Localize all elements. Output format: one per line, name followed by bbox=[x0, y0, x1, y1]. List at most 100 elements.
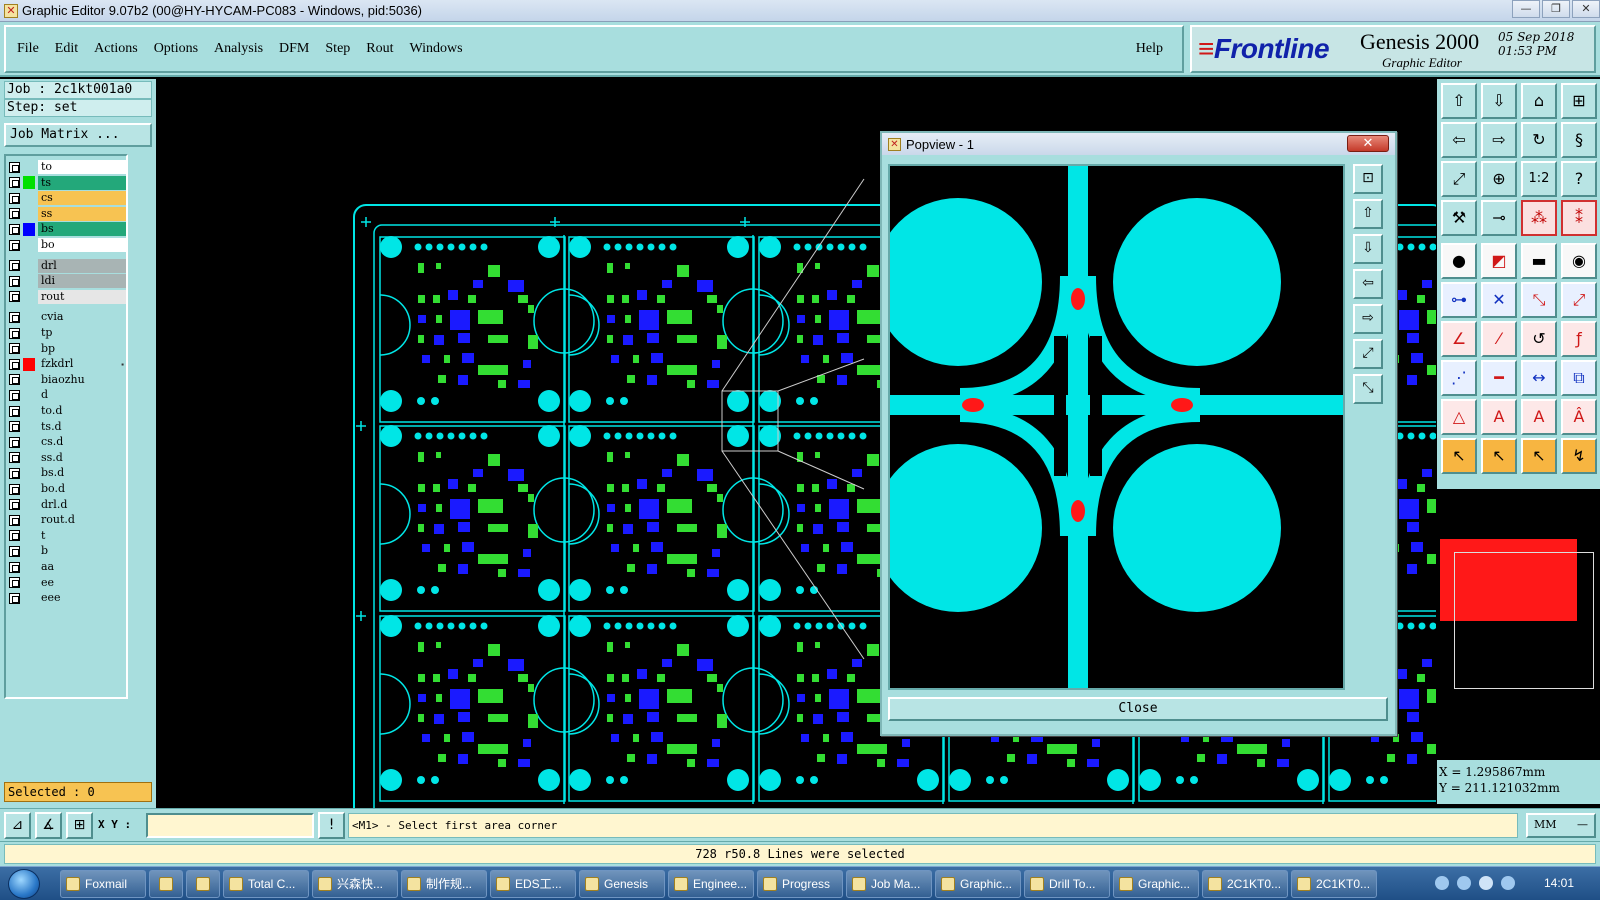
add-line-icon[interactable]: ◩ bbox=[1481, 243, 1517, 279]
layer-checkbox[interactable] bbox=[9, 499, 20, 511]
layer-row-eee[interactable]: eee bbox=[9, 591, 126, 606]
zoom-fit-icon[interactable]: ⤢ bbox=[1441, 161, 1477, 197]
layer-checkbox[interactable] bbox=[9, 260, 20, 272]
menu-windows[interactable]: Windows bbox=[410, 41, 463, 57]
popview-close-button[interactable]: Close bbox=[888, 697, 1388, 721]
scale-1to2-icon[interactable]: 1:2 bbox=[1521, 161, 1557, 197]
layer-compare-icon[interactable]: ⁂ bbox=[1521, 200, 1557, 236]
add-pad-icon[interactable]: ● bbox=[1441, 243, 1477, 279]
layer-row-bo[interactable]: bo bbox=[9, 238, 126, 252]
layer-checkbox[interactable] bbox=[9, 327, 20, 339]
text-a-box-icon[interactable]: A bbox=[1521, 399, 1557, 435]
redraw-icon[interactable]: ↻ bbox=[1521, 122, 1557, 158]
layer-checkbox[interactable] bbox=[9, 192, 20, 204]
snap-icon[interactable]: § bbox=[1561, 122, 1597, 158]
offset-pad-icon[interactable]: ⋰ bbox=[1441, 360, 1477, 396]
layer-checkbox[interactable] bbox=[9, 421, 20, 433]
layer-align-icon[interactable]: ⁑ bbox=[1561, 200, 1597, 236]
layer-row-bs-d[interactable]: bs.d bbox=[9, 466, 126, 481]
layer-checkbox[interactable] bbox=[9, 436, 20, 448]
snap-angle-icon[interactable]: ∡ bbox=[35, 812, 62, 839]
layer-row-rout[interactable]: rout bbox=[9, 289, 126, 304]
arc-tool-icon[interactable]: ↺ bbox=[1521, 321, 1557, 357]
popview-close-x-button[interactable]: ✕ bbox=[1347, 135, 1389, 152]
layer-checkbox[interactable] bbox=[9, 358, 20, 370]
select-poly-icon[interactable]: ↖ bbox=[1521, 438, 1557, 474]
taskbar-item[interactable] bbox=[186, 870, 220, 898]
layer-checkbox[interactable] bbox=[9, 545, 20, 557]
menu-options[interactable]: Options bbox=[154, 41, 198, 57]
layer-row-bs[interactable]: bs bbox=[9, 222, 126, 237]
layer-row-biaozhu[interactable]: biaozhu bbox=[9, 372, 126, 387]
grid-icon[interactable]: ⊞ bbox=[66, 812, 93, 839]
overview-view-frame[interactable] bbox=[1454, 552, 1594, 689]
popview-zoom-fit-icon[interactable]: ⊡ bbox=[1353, 164, 1383, 194]
delete-node-icon[interactable]: ✕ bbox=[1481, 282, 1517, 318]
minimize-button[interactable]: — bbox=[1512, 0, 1540, 18]
move-node-icon[interactable]: ⤡ bbox=[1521, 282, 1557, 318]
network-icon[interactable] bbox=[1501, 876, 1515, 890]
taskbar-item[interactable]: Foxmail bbox=[60, 870, 146, 898]
layer-row-rout-d[interactable]: rout.d bbox=[9, 513, 126, 528]
help-tray-icon[interactable] bbox=[1435, 876, 1449, 890]
layer-row-bo-d[interactable]: bo.d bbox=[9, 482, 126, 496]
ruler-icon[interactable]: ▬ bbox=[1521, 243, 1557, 279]
action-center-icon[interactable] bbox=[1457, 876, 1471, 890]
layer-checkbox[interactable] bbox=[9, 161, 20, 173]
zoom-area-icon[interactable]: ⊕ bbox=[1481, 161, 1517, 197]
pan-up-icon[interactable]: ⇧ bbox=[1441, 83, 1477, 119]
fillet-tool-icon[interactable]: ƒ bbox=[1561, 321, 1597, 357]
home-icon[interactable]: ⌂ bbox=[1521, 83, 1557, 119]
taskbar-item[interactable]: EDS工... bbox=[490, 870, 576, 898]
horizontal-line-icon[interactable]: ━ bbox=[1481, 360, 1517, 396]
layer-checkbox[interactable] bbox=[9, 208, 20, 220]
taskbar-item[interactable]: Graphic... bbox=[935, 870, 1021, 898]
layer-row-ts[interactable]: ts bbox=[9, 175, 126, 190]
taskbar-item[interactable]: Enginee... bbox=[668, 870, 754, 898]
taskbar-item[interactable]: Total C... bbox=[223, 870, 309, 898]
layer-row-cs-d[interactable]: cs.d bbox=[9, 435, 126, 450]
job-matrix-button[interactable]: Job Matrix ... bbox=[4, 123, 152, 147]
taskbar-item[interactable]: 2C1KT0... bbox=[1291, 870, 1377, 898]
menu-step[interactable]: Step bbox=[325, 41, 350, 57]
layer-checkbox[interactable] bbox=[9, 452, 20, 464]
pin-tool-icon[interactable]: ⊸ bbox=[1481, 200, 1517, 236]
layer-row-cs[interactable]: cs bbox=[9, 191, 126, 206]
layer-checkbox[interactable] bbox=[9, 514, 20, 526]
layer-checkbox[interactable] bbox=[9, 530, 20, 542]
angle-line-icon[interactable]: ∠ bbox=[1441, 321, 1477, 357]
layer-row-aa[interactable]: aa bbox=[9, 560, 126, 574]
layer-checkbox[interactable] bbox=[9, 343, 20, 355]
popview-viewport[interactable] bbox=[888, 164, 1345, 690]
menu-file[interactable]: File bbox=[17, 41, 39, 57]
restore-button[interactable]: ❐ bbox=[1542, 0, 1570, 18]
snap-grid-icon[interactable]: ⊿ bbox=[4, 812, 31, 839]
layer-row-bp[interactable]: bp bbox=[9, 341, 126, 356]
menu-analysis[interactable]: Analysis bbox=[214, 41, 263, 57]
layer-checkbox[interactable] bbox=[9, 405, 20, 417]
layer-row-tp[interactable]: tp bbox=[9, 326, 126, 340]
layer-checkbox[interactable] bbox=[9, 561, 20, 573]
menu-dfm[interactable]: DFM bbox=[279, 41, 309, 57]
alert-icon[interactable]: ! bbox=[318, 812, 345, 839]
pan-left-icon[interactable]: ⇦ bbox=[1441, 122, 1477, 158]
pan-right-icon[interactable]: ⇨ bbox=[1481, 122, 1517, 158]
layer-checkbox[interactable] bbox=[9, 291, 20, 303]
menu-help[interactable]: Help bbox=[1136, 41, 1163, 57]
slash-line-icon[interactable]: ⁄ bbox=[1481, 321, 1517, 357]
taskbar-item[interactable]: Graphic... bbox=[1113, 870, 1199, 898]
taskbar-item[interactable]: 兴森快... bbox=[312, 870, 398, 898]
layer-checkbox[interactable] bbox=[9, 483, 20, 495]
select-net-icon[interactable]: ↯ bbox=[1561, 438, 1597, 474]
popview-zoom-out-icon[interactable]: ⤡ bbox=[1353, 374, 1383, 404]
text-a-outline-icon[interactable]: A bbox=[1481, 399, 1517, 435]
layer-row-drl[interactable]: drl bbox=[9, 258, 126, 273]
layer-row-ss[interactable]: ss bbox=[9, 206, 126, 221]
layer-checkbox[interactable] bbox=[9, 389, 20, 401]
layer-row-t[interactable]: t bbox=[9, 528, 126, 543]
overview-map[interactable] bbox=[1437, 490, 1600, 757]
chevron-up-icon[interactable] bbox=[1479, 876, 1493, 890]
layer-checkbox[interactable] bbox=[9, 467, 20, 479]
layer-checkbox[interactable] bbox=[9, 374, 20, 386]
layer-row-ldi[interactable]: ldi bbox=[9, 274, 126, 289]
